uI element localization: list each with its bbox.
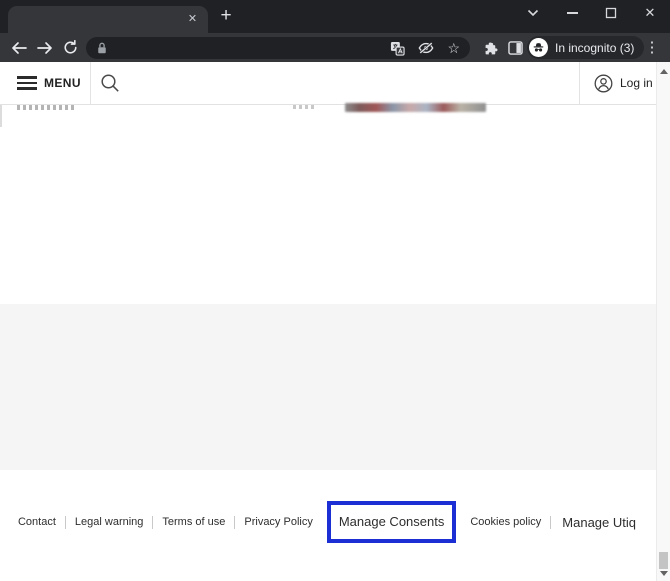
search-icon: [100, 73, 121, 94]
window-maximize-button[interactable]: [596, 0, 626, 26]
browser-tab[interactable]: ✕: [8, 6, 208, 33]
footer-link-privacy-policy[interactable]: Privacy Policy: [235, 516, 321, 528]
eye-off-icon[interactable]: [418, 41, 434, 55]
window-chevron-button[interactable]: [518, 0, 548, 26]
incognito-profile-chip[interactable]: In incognito (3): [527, 36, 644, 59]
incognito-label: In incognito (3): [555, 41, 634, 55]
page-scrollbar[interactable]: [656, 62, 670, 581]
login-label: Log in: [620, 76, 653, 90]
footer-link-legal-warning[interactable]: Legal warning: [66, 516, 153, 528]
window-minimize-button[interactable]: [557, 0, 587, 26]
site-header: MENU Log in: [0, 62, 670, 105]
clipped-image-fragment: [345, 103, 486, 112]
kebab-menu-icon: ⋮: [645, 39, 660, 56]
clipped-text-fragment: [293, 105, 316, 109]
footer-link-manage-utiq[interactable]: Manage Utiq: [551, 515, 647, 530]
back-arrow-icon: [11, 41, 27, 55]
tab-close-icon[interactable]: ✕: [184, 11, 201, 28]
hamburger-icon: [17, 76, 37, 79]
scrollbar-thumb[interactable]: [659, 552, 668, 569]
footer-link-manage-consents[interactable]: Manage Consents: [337, 514, 447, 529]
side-panel-icon: [508, 41, 523, 55]
browser-window: ✕ + ✕: [0, 0, 670, 581]
footer-link-terms-of-use[interactable]: Terms of use: [153, 516, 234, 528]
footer-gray-band: [0, 304, 670, 470]
forward-arrow-icon: [37, 41, 53, 55]
scroll-down-arrow-icon[interactable]: [660, 571, 668, 576]
content-edge-fragment: [0, 105, 2, 127]
new-tab-button[interactable]: +: [214, 5, 238, 29]
scroll-up-arrow-icon[interactable]: [660, 69, 668, 74]
plus-icon: +: [220, 5, 231, 26]
lock-icon: [96, 41, 108, 55]
forward-button[interactable]: [34, 37, 55, 58]
side-panel-button[interactable]: [506, 39, 524, 57]
translate-icon[interactable]: [390, 41, 405, 56]
chevron-down-icon: [527, 9, 539, 17]
footer-links: Contact Legal warning Terms of use Priva…: [0, 494, 656, 550]
user-icon: [594, 74, 613, 93]
footer-link-contact[interactable]: Contact: [9, 516, 65, 528]
maximize-icon: [605, 7, 617, 19]
extensions-button[interactable]: [482, 39, 500, 57]
incognito-icon: [532, 42, 545, 53]
bookmark-star-icon[interactable]: ☆: [447, 41, 460, 55]
search-button[interactable]: [100, 73, 122, 95]
clipped-text-fragment: [17, 105, 76, 110]
page-viewport: MENU Log in Con: [0, 62, 670, 581]
reload-icon: [63, 40, 78, 55]
footer-link-cookies-policy[interactable]: Cookies policy: [461, 516, 550, 528]
browser-menu-button[interactable]: ⋮: [642, 37, 662, 58]
close-icon: ✕: [645, 5, 656, 21]
address-bar[interactable]: ☆: [86, 37, 470, 59]
browser-toolbar: ☆ In incognit: [0, 33, 670, 62]
menu-button[interactable]: [17, 76, 37, 90]
minimize-icon: [567, 12, 578, 14]
header-divider: [90, 62, 91, 104]
avatar: [529, 38, 548, 57]
menu-label[interactable]: MENU: [44, 62, 81, 104]
reload-button[interactable]: [60, 37, 81, 58]
window-close-button[interactable]: ✕: [635, 0, 665, 26]
back-button[interactable]: [8, 37, 29, 58]
browser-tab-strip: ✕ + ✕: [0, 0, 670, 33]
highlight-box: Manage Consents: [327, 501, 457, 543]
puzzle-icon: [484, 41, 499, 56]
header-divider: [579, 62, 580, 104]
login-button[interactable]: Log in: [594, 62, 653, 104]
